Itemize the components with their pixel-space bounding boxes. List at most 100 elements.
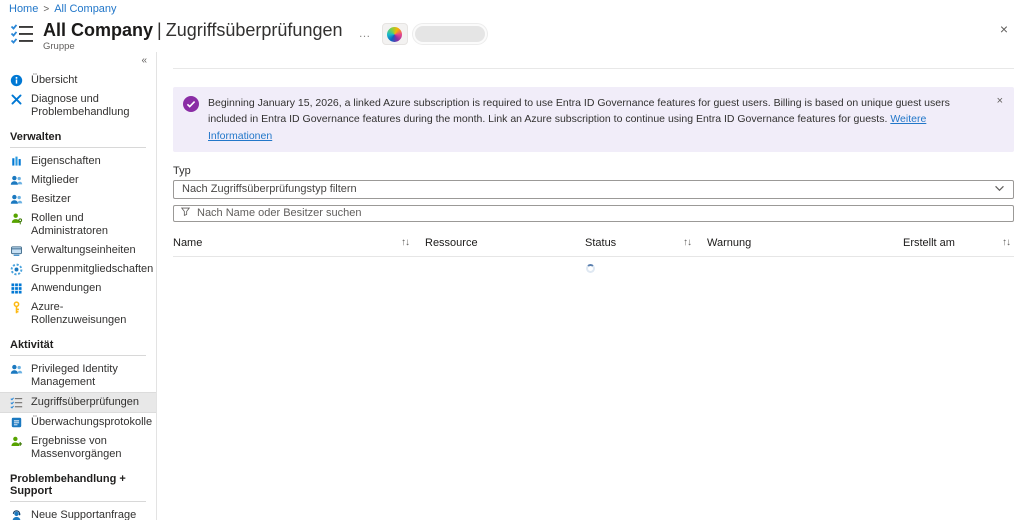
people-icon <box>10 174 23 187</box>
people-icon <box>10 193 23 206</box>
copilot-button[interactable] <box>381 23 408 45</box>
person-role-icon <box>10 212 23 225</box>
breadcrumb-separator: > <box>43 3 50 15</box>
sidebar-item-besitzer[interactable]: Besitzer <box>0 190 156 209</box>
chevron-down-icon <box>994 183 1005 195</box>
sidebar: « Übersicht Diagnose und Problembehandlu… <box>0 52 157 520</box>
sidebar-nav: Übersicht Diagnose und Problembehandlung… <box>0 71 156 520</box>
admin-units-icon <box>10 244 23 257</box>
sidebar-item-gruppenmitgliedschaften[interactable]: Gruppenmitgliedschaften <box>0 260 156 279</box>
key-icon <box>10 301 23 314</box>
loading-spinner-icon <box>586 263 595 273</box>
sidebar-item-label: Besitzer <box>31 193 71 205</box>
section-divider <box>10 355 146 356</box>
title-block: All Company | Zugriffsüberprüfungen Gruppe <box>43 20 343 52</box>
checklist-icon <box>10 396 23 409</box>
sidebar-collapse-icon[interactable]: « <box>141 55 147 66</box>
page-title-divider: | <box>157 20 162 40</box>
sidebar-item-massenvorgaenge[interactable]: Ergebnisse von Massenvorgängen <box>0 432 156 464</box>
banner-close-icon[interactable]: × <box>997 93 1003 110</box>
review-type-dropdown[interactable]: Nach Zugriffsüberprüfungstyp filtern <box>173 179 1014 199</box>
sidebar-item-pim[interactable]: Privileged Identity Management <box>0 360 156 392</box>
sidebar-item-label: Neue Supportanfrage <box>31 509 137 520</box>
type-filter-label: Typ <box>173 164 191 177</box>
sidebar-item-label: Rollen und Administratoren <box>31 212 109 237</box>
page-title-primary: All Company <box>43 20 154 40</box>
group-checklist-icon <box>10 23 34 50</box>
redacted-text-pill <box>412 24 487 44</box>
governance-info-banner: Beginning January 15, 2026, a linked Azu… <box>173 87 1014 152</box>
section-divider <box>10 501 146 502</box>
column-label: Erstellt am <box>903 236 955 249</box>
bulk-results-icon <box>10 435 23 448</box>
sidebar-item-mitglieder[interactable]: Mitglieder <box>0 171 156 190</box>
support-person-icon <box>10 509 23 520</box>
sidebar-item-zugriffsueberpruefungen[interactable]: Zugriffsüberprüfungen <box>0 392 156 413</box>
close-icon[interactable]: × <box>1000 22 1008 36</box>
column-header-erstellt-am[interactable]: Erstellt am ↑↓ <box>903 237 1014 249</box>
sidebar-item-rollen-administratoren[interactable]: Rollen und Administratoren <box>0 209 156 241</box>
audit-log-icon <box>10 416 23 429</box>
copilot-icon <box>387 26 402 42</box>
sort-arrows-icon[interactable]: ↑↓ <box>401 237 410 248</box>
memberships-icon <box>10 263 23 276</box>
breadcrumb-home-link[interactable]: Home <box>9 3 38 15</box>
table-body-empty <box>157 257 1024 273</box>
sidebar-item-label: Eigenschaften <box>31 155 101 167</box>
column-header-name[interactable]: Name ↑↓ <box>173 237 425 249</box>
sidebar-section-support: Problembehandlung + Support <box>10 473 126 497</box>
diagnostics-icon <box>10 93 23 106</box>
command-bar <box>173 52 1014 69</box>
sidebar-item-label: Verwaltungseinheiten <box>31 244 136 256</box>
banner-text-wrap: Beginning January 15, 2026, a linked Azu… <box>208 95 980 144</box>
section-divider <box>10 147 146 148</box>
breadcrumb: Home > All Company <box>0 0 1024 16</box>
page-subtitle: Gruppe <box>43 41 75 52</box>
sidebar-item-uebersicht[interactable]: Übersicht <box>0 71 156 90</box>
sidebar-item-label: Mitglieder <box>31 174 79 186</box>
sidebar-item-neue-supportanfrage[interactable]: Neue Supportanfrage <box>0 506 156 520</box>
banner-text: Beginning January 15, 2026, a linked Azu… <box>208 97 950 126</box>
sidebar-item-label: Azure-Rollenzuweisungen <box>31 301 127 326</box>
sidebar-item-anwendungen[interactable]: Anwendungen <box>0 279 156 298</box>
sidebar-item-label: Übersicht <box>31 74 78 86</box>
search-box <box>173 204 1014 222</box>
people-icon <box>10 363 23 376</box>
sidebar-item-label: Privileged Identity Management <box>31 363 118 388</box>
sort-arrows-icon[interactable]: ↑↓ <box>1002 237 1011 248</box>
sidebar-section-verwalten: Verwalten <box>10 131 62 143</box>
page-title-secondary: Zugriffsüberprüfungen <box>165 20 343 40</box>
sidebar-item-diagnose[interactable]: Diagnose und Problembehandlung <box>0 90 156 122</box>
sidebar-item-azure-rollenzuweisungen[interactable]: Azure-Rollenzuweisungen <box>0 298 156 330</box>
table-header-row: Name ↑↓ Ressource Status ↑↓ Warnung Erst… <box>173 231 1014 257</box>
main-content: Beginning January 15, 2026, a linked Azu… <box>157 52 1024 520</box>
column-label: Ressource <box>425 236 478 249</box>
sort-arrows-icon[interactable]: ↑↓ <box>683 237 692 248</box>
sidebar-item-eigenschaften[interactable]: Eigenschaften <box>0 152 156 171</box>
sidebar-section-aktivitaet: Aktivität <box>10 339 54 351</box>
column-header-warnung[interactable]: Warnung <box>707 237 903 249</box>
search-input[interactable] <box>197 206 1007 220</box>
sidebar-item-label: Anwendungen <box>31 282 102 294</box>
more-options-icon[interactable]: … <box>359 26 372 40</box>
body: « Übersicht Diagnose und Problembehandlu… <box>0 52 1024 520</box>
sidebar-item-ueberwachungsprotokolle[interactable]: Überwachungsprotokolle <box>0 413 156 432</box>
sidebar-item-verwaltungseinheiten[interactable]: Verwaltungseinheiten <box>0 241 156 260</box>
page-header: All Company | Zugriffsüberprüfungen Gruppe… <box>0 16 1024 52</box>
breadcrumb-all-company-link[interactable]: All Company <box>54 3 116 15</box>
info-icon <box>10 74 23 87</box>
sidebar-item-label: Ergebnisse von Massenvorgängen <box>31 435 122 460</box>
column-label: Warnung <box>707 236 752 249</box>
page-title: All Company | Zugriffsüberprüfungen <box>43 20 343 40</box>
column-label: Name <box>173 236 203 249</box>
sidebar-item-label: Diagnose und Problembehandlung <box>31 93 130 118</box>
sidebar-item-label: Überwachungsprotokolle <box>31 416 153 428</box>
column-header-ressource[interactable]: Ressource <box>425 237 585 249</box>
review-type-dropdown-value: Nach Zugriffsüberprüfungstyp filtern <box>182 183 357 196</box>
column-header-status[interactable]: Status ↑↓ <box>585 237 707 249</box>
governance-badge-icon <box>183 96 199 144</box>
properties-icon <box>10 155 23 168</box>
sidebar-item-label: Zugriffsüberprüfungen <box>31 396 140 408</box>
column-label: Status <box>585 236 617 249</box>
sidebar-item-label: Gruppenmitgliedschaften <box>31 263 154 275</box>
